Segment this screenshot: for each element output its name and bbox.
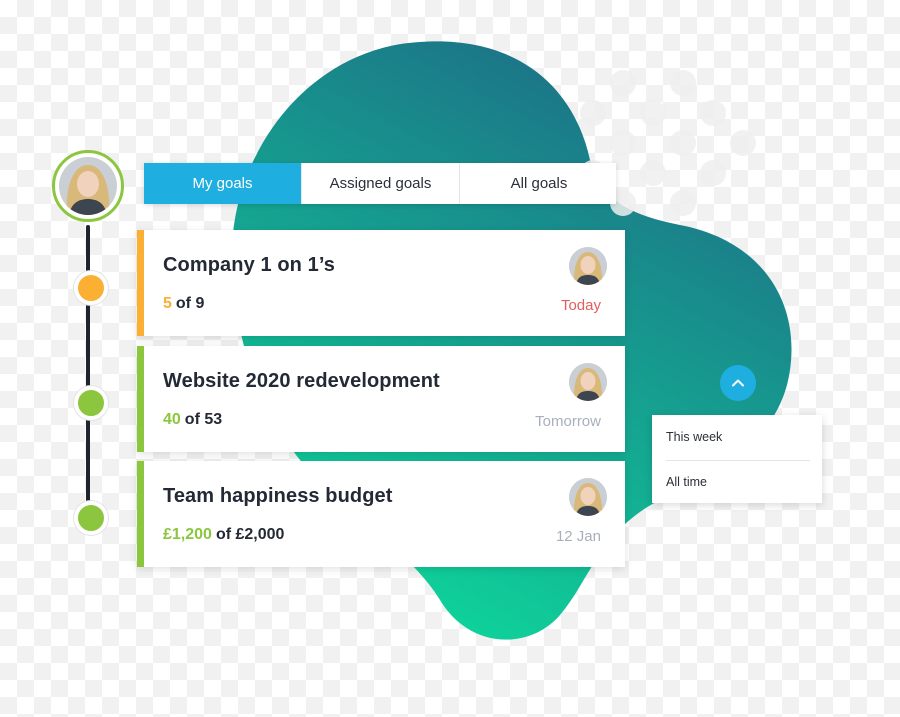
goal-progress: 40 of 53 xyxy=(163,411,222,429)
tab-all-goals[interactable]: All goals xyxy=(459,163,618,204)
tab-assigned-goals[interactable]: Assigned goals xyxy=(301,163,459,204)
goal-title: Team happiness budget xyxy=(163,485,393,507)
time-filter-menu: This week All time xyxy=(652,415,822,503)
goal-progress: 5 of 9 xyxy=(163,295,204,313)
timeline-node-1 xyxy=(74,271,108,305)
goal-title: Company 1 on 1’s xyxy=(163,254,336,276)
avatar-photo xyxy=(59,157,117,215)
timeline-line xyxy=(86,225,90,517)
user-avatar[interactable] xyxy=(52,150,124,222)
goal-card-2[interactable]: Website 2020 redevelopment 40 of 53 Tomor… xyxy=(137,346,625,452)
goal-card-1[interactable]: Company 1 on 1’s 5 of 9 Today xyxy=(137,230,625,336)
goal-progress-target: of 53 xyxy=(184,411,223,428)
goal-card-3[interactable]: Team happiness budget £1,200 of £2,000 12… xyxy=(137,461,625,567)
goal-due-date: 12 Jan xyxy=(555,528,601,545)
goal-due-date: Today xyxy=(560,297,601,314)
menu-divider xyxy=(666,460,810,461)
goal-progress: £1,200 of £2,000 xyxy=(163,526,284,544)
goal-due-date: Tomorrow xyxy=(535,413,601,430)
scroll-up-button[interactable] xyxy=(720,365,756,401)
goal-title: Website 2020 redevelopment xyxy=(163,370,440,392)
assignee-avatar[interactable] xyxy=(569,363,607,401)
goal-progress-target: of 9 xyxy=(175,295,205,312)
tab-my-goals[interactable]: My goals xyxy=(144,163,301,204)
menu-item-all-time[interactable]: All time xyxy=(666,475,707,489)
menu-item-this-week[interactable]: This week xyxy=(666,430,722,444)
chevron-up-icon xyxy=(732,379,744,387)
goal-progress-current: £1,200 xyxy=(163,526,212,543)
goal-progress-target: of £2,000 xyxy=(215,526,285,543)
timeline-node-2 xyxy=(74,386,108,420)
timeline-node-3 xyxy=(74,501,108,535)
assignee-avatar[interactable] xyxy=(569,247,607,285)
goal-progress-current: 5 xyxy=(163,295,172,312)
assignee-avatar[interactable] xyxy=(569,478,607,516)
goal-progress-current: 40 xyxy=(163,411,181,428)
goal-tabs: My goals Assigned goals All goals xyxy=(144,163,616,204)
